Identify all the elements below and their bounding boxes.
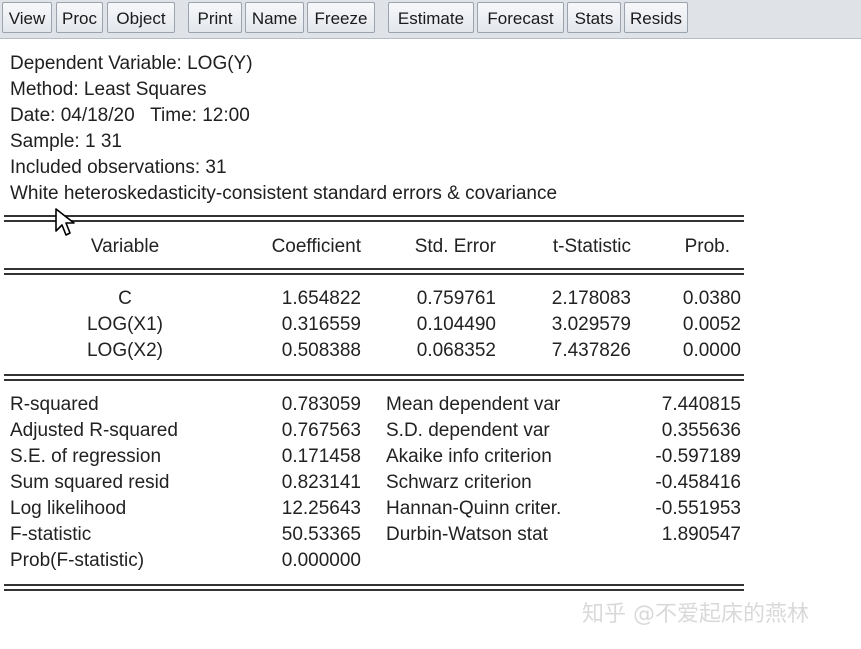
stat-label: Log likelihood: [10, 498, 127, 519]
coef-bottom-rule: [4, 374, 744, 376]
stat-value: 12.25643: [281, 498, 361, 519]
header-bottom-rule-2: [4, 273, 744, 275]
stat-label: Hannan-Quinn criter.: [386, 498, 562, 519]
column-header-coefficient: Coefficient: [271, 236, 361, 257]
t-statistic-value: 2.178083: [551, 288, 631, 309]
table-top-rule-2: [4, 220, 744, 222]
stat-value: 0.000000: [281, 550, 361, 571]
dependent-variable-line: Dependent Variable: LOG(Y): [10, 53, 253, 74]
view-button[interactable]: View: [2, 2, 52, 33]
header-bottom-rule: [4, 268, 744, 270]
prob-value: 0.0380: [682, 288, 741, 309]
variable-name: C: [118, 288, 132, 309]
prob-value: 0.0052: [682, 314, 741, 335]
print-button[interactable]: Print: [188, 2, 242, 33]
forecast-button[interactable]: Forecast: [477, 2, 564, 33]
object-button[interactable]: Object: [107, 2, 175, 33]
watermark-text: 知乎 @不爱起床的燕林: [582, 602, 809, 627]
stat-label: Sum squared resid: [10, 472, 170, 493]
stat-label: F-statistic: [10, 524, 92, 545]
stat-value: 0.823141: [281, 472, 361, 493]
std-error-value: 0.759761: [416, 288, 496, 309]
name-button[interactable]: Name: [245, 2, 304, 33]
column-header-variable: Variable: [90, 236, 160, 257]
stat-value: 50.53365: [281, 524, 361, 545]
stat-value: -0.551953: [655, 498, 741, 519]
coefficient-value: 1.654822: [281, 288, 361, 309]
resids-button[interactable]: Resids: [624, 2, 688, 33]
equation-toolbar: View Proc Object Print Name Freeze Estim…: [0, 0, 861, 39]
table-top-rule: [4, 215, 744, 217]
stat-label: Durbin-Watson stat: [386, 524, 548, 545]
variable-name: LOG(X1): [86, 314, 164, 335]
stat-label: S.E. of regression: [10, 446, 162, 467]
stat-value: -0.597189: [655, 446, 741, 467]
stat-label: R-squared: [10, 394, 99, 415]
stat-value: 0.767563: [281, 420, 361, 441]
stat-label: Prob(F-statistic): [10, 550, 145, 571]
t-statistic-value: 3.029579: [551, 314, 631, 335]
std-error-value: 0.104490: [416, 314, 496, 335]
table-bottom-rule-2: [4, 589, 744, 591]
freeze-button[interactable]: Freeze: [307, 2, 375, 33]
stat-value: 0.355636: [661, 420, 741, 441]
stat-value: 1.890547: [661, 524, 741, 545]
stats-button[interactable]: Stats: [567, 2, 621, 33]
proc-button[interactable]: Proc: [56, 2, 103, 33]
coef-bottom-rule-2: [4, 379, 744, 381]
stat-label: Mean dependent var: [386, 394, 561, 415]
variable-name: LOG(X2): [86, 340, 164, 361]
stat-label: Akaike info criterion: [386, 446, 552, 467]
coefficient-value: 0.316559: [281, 314, 361, 335]
column-header-std-error: Std. Error: [414, 236, 496, 257]
date-time-line: Date: 04/18/20 Time: 12:00: [10, 105, 250, 126]
standard-errors-note: White heteroskedasticity-consistent stan…: [10, 183, 558, 204]
stat-value: -0.458416: [655, 472, 741, 493]
stat-label: Schwarz criterion: [386, 472, 532, 493]
stat-label: Adjusted R-squared: [10, 420, 178, 441]
stat-value: 7.440815: [661, 394, 741, 415]
sample-line: Sample: 1 31: [10, 131, 122, 152]
stat-label: S.D. dependent var: [386, 420, 550, 441]
observations-line: Included observations: 31: [10, 157, 227, 178]
column-header-prob: Prob.: [684, 236, 730, 257]
stat-value: 0.783059: [281, 394, 361, 415]
coefficient-value: 0.508388: [281, 340, 361, 361]
estimate-button[interactable]: Estimate: [388, 2, 474, 33]
std-error-value: 0.068352: [416, 340, 496, 361]
t-statistic-value: 7.437826: [551, 340, 631, 361]
column-header-t-statistic: t-Statistic: [552, 236, 631, 257]
mouse-cursor-icon: [55, 208, 75, 236]
method-line: Method: Least Squares: [10, 79, 207, 100]
stat-value: 0.171458: [281, 446, 361, 467]
prob-value: 0.0000: [682, 340, 741, 361]
table-bottom-rule: [4, 584, 744, 586]
